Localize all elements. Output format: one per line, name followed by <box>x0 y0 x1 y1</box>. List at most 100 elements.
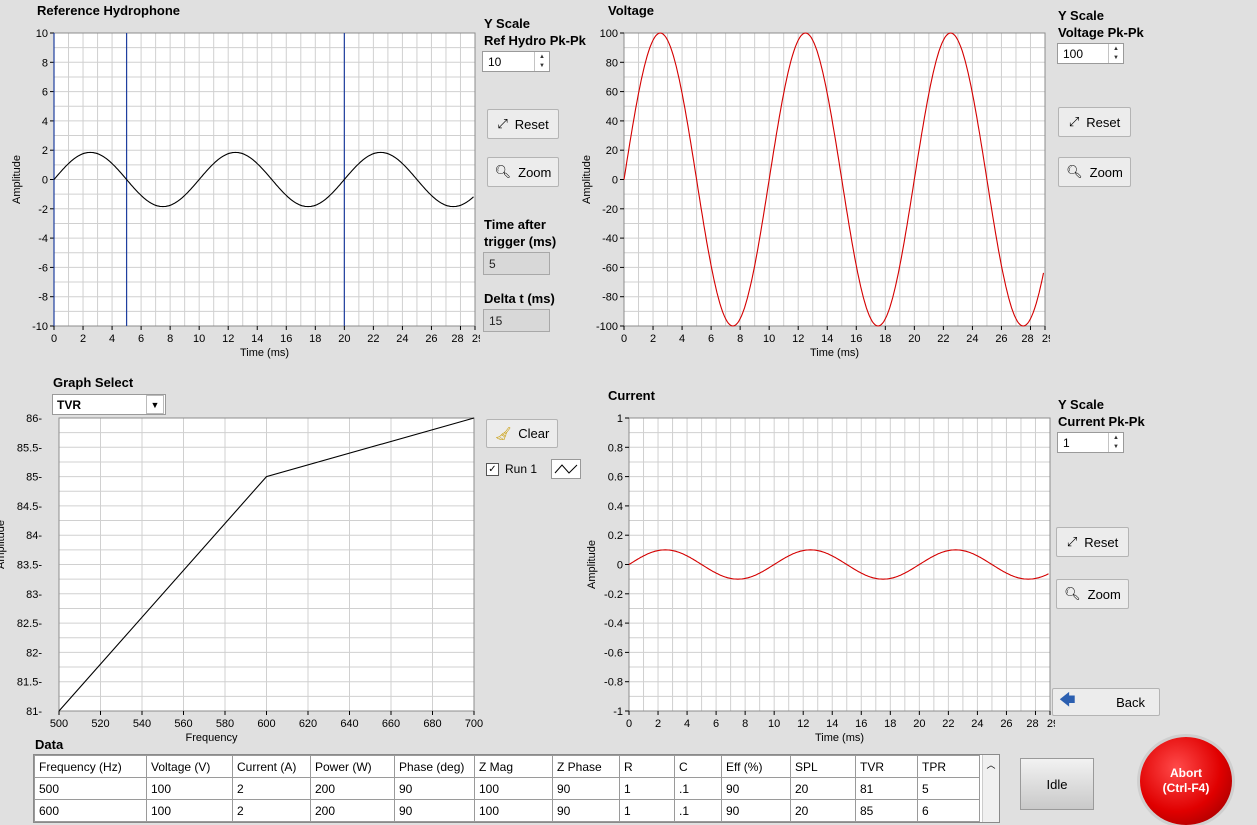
table-cell[interactable]: 500 <box>34 777 147 800</box>
ref-hydrophone-graph[interactable]: 1086420-2-4-6-8-100 2 4 6 8 10 12 14 16 18 20 22 24 2… <box>0 20 480 370</box>
ref-zoom-button[interactable]: 🔍︎ Zoom <box>487 157 559 187</box>
table-cell[interactable]: 5 <box>917 777 980 800</box>
current-graph[interactable]: 10.80.60.40.20-0.2-0.4-0.6-0.8-10 2 4 6 8 10 1… <box>575 405 1055 755</box>
x-tick-label: 640 <box>340 718 358 730</box>
table-cell[interactable]: 85 <box>855 799 918 822</box>
column-header[interactable]: Current (A) <box>232 755 311 778</box>
column-header[interactable]: Eff (%) <box>721 755 791 778</box>
table-cell[interactable]: .1 <box>674 777 722 800</box>
magnifier-icon: 🔍︎ <box>494 164 512 179</box>
spin-up-icon[interactable]: ▲ <box>1109 44 1123 54</box>
current-yscale-label-1: Y Scale <box>1058 397 1105 412</box>
x-tick-label: 8 <box>737 333 743 345</box>
x-tick-label: 18 <box>884 718 896 730</box>
column-header[interactable]: R <box>619 755 675 778</box>
run1-label: Run 1 <box>505 462 538 476</box>
table-row[interactable]: 600 100 2 200 90 100 90 1.1 90 20 85 6 <box>34 799 980 822</box>
x-tick-label: 500 <box>50 718 68 730</box>
ref-reset-button[interactable]: ⤢ Reset <box>487 109 559 139</box>
y-tick-label: -80 <box>602 292 618 304</box>
table-row[interactable]: 500 100 2 200 90 100 90 1.1 90 20 81 5 <box>34 777 980 800</box>
table-scrollbar[interactable]: ︿ <box>982 755 999 822</box>
table-cell[interactable]: 100 <box>474 777 553 800</box>
abort-button[interactable]: Abort (Ctrl-F4) <box>1140 737 1232 825</box>
x-tick-label: 620 <box>299 718 317 730</box>
spin-down-icon[interactable]: ▼ <box>1109 54 1123 64</box>
table-cell[interactable]: 20 <box>790 777 856 800</box>
time-after-label-2: trigger (ms) <box>484 234 557 249</box>
table-cell[interactable]: 6 <box>917 799 980 822</box>
table-cell[interactable]: 200 <box>310 799 395 822</box>
column-header[interactable]: Voltage (V) <box>146 755 233 778</box>
x-tick-label: 22 <box>942 718 954 730</box>
expand-arrows-icon: ⤢ <box>1068 114 1080 129</box>
clear-button[interactable]: 🧹︎ Clear <box>486 419 558 448</box>
y-tick-label: 20 <box>606 145 618 157</box>
table-cell[interactable]: 90 <box>394 799 475 822</box>
ref-yscale-input[interactable]: 10 ▲ ▼ <box>482 51 550 72</box>
voltage-yscale-input[interactable]: 100 ▲ ▼ <box>1057 43 1124 64</box>
x-tick-label: 16 <box>855 718 867 730</box>
current-zoom-button[interactable]: 🔍︎ Zoom <box>1056 579 1129 609</box>
table-header-row: Frequency (Hz) Voltage (V) Current (A) Powe… <box>34 755 980 778</box>
column-header[interactable]: SPL <box>790 755 856 778</box>
column-header[interactable]: Z Phase <box>552 755 620 778</box>
idle-button[interactable]: Idle <box>1020 758 1094 810</box>
spin-up-icon[interactable]: ▲ <box>535 52 549 62</box>
x-tick-label: 0 <box>621 333 627 345</box>
table-cell[interactable]: 81 <box>855 777 918 800</box>
run1-checkbox[interactable]: ✓ <box>486 462 499 476</box>
table-cell[interactable]: 100 <box>146 777 233 800</box>
data-table-container: Frequency (Hz) Voltage (V) Current (A) Powe… <box>33 754 1000 823</box>
x-axis-label: Frequency <box>186 732 238 744</box>
y-axis-label: Amplitude <box>581 155 593 204</box>
table-cell[interactable]: 600 <box>34 799 147 822</box>
voltage-reset-button[interactable]: ⤢ Reset <box>1058 107 1131 137</box>
column-header[interactable]: C <box>674 755 722 778</box>
back-button[interactable]: 🡄 Back <box>1052 688 1160 716</box>
table-cell[interactable]: 20 <box>790 799 856 822</box>
chevron-up-icon[interactable]: ︿ <box>983 755 999 771</box>
voltage-graph[interactable]: 100806040200-20-40-60-80-1000 2 4 6 8 10 12 14 1… <box>570 20 1050 370</box>
table-cell[interactable]: 100 <box>474 799 553 822</box>
table-cell[interactable]: 90 <box>721 799 791 822</box>
column-header[interactable]: Power (W) <box>310 755 395 778</box>
y-tick-label: 85.5- <box>17 442 42 454</box>
x-tick-label: 700 <box>465 718 483 730</box>
table-cell[interactable]: 100 <box>146 799 233 822</box>
x-tick-label: 20 <box>908 333 920 345</box>
x-tick-label: 4 <box>684 718 690 730</box>
table-cell[interactable]: 90 <box>721 777 791 800</box>
column-header[interactable]: TVR <box>855 755 918 778</box>
current-reset-button[interactable]: ⤢ Reset <box>1056 527 1129 557</box>
table-cell[interactable]: 2 <box>232 777 311 800</box>
y-axis-label: Amplitude <box>11 155 23 204</box>
spin-down-icon[interactable]: ▼ <box>535 62 549 72</box>
current-yscale-label-2: Current Pk-Pk <box>1058 414 1145 429</box>
y-tick-label: 0.4 <box>608 501 623 513</box>
current-yscale-input[interactable]: 1 ▲ ▼ <box>1057 432 1124 453</box>
column-header[interactable]: Frequency (Hz) <box>34 755 147 778</box>
x-tick-label: 6 <box>708 333 714 345</box>
table-cell[interactable]: .1 <box>674 799 722 822</box>
x-tick-label: 22 <box>937 333 949 345</box>
table-cell[interactable]: 200 <box>310 777 395 800</box>
table-cell[interactable]: 90 <box>552 777 620 800</box>
x-tick-label: 14 <box>251 333 263 345</box>
y-tick-label: 0.8 <box>608 442 623 454</box>
voltage-zoom-button[interactable]: 🔍︎ Zoom <box>1058 157 1131 187</box>
x-tick-label: 2 <box>655 718 661 730</box>
spin-down-icon[interactable]: ▼ <box>1109 443 1123 453</box>
graph-select-plot[interactable]: 86- 85.5- 85- 84.5- 84- 83.5- 83- 82.5- 82- 81.5-… <box>0 405 485 750</box>
column-header[interactable]: Z Mag <box>474 755 553 778</box>
y-tick-label: 8 <box>42 57 48 69</box>
broom-icon: 🧹︎ <box>494 425 512 441</box>
spin-up-icon[interactable]: ▲ <box>1109 433 1123 443</box>
table-cell[interactable]: 1 <box>619 777 675 800</box>
table-cell[interactable]: 1 <box>619 799 675 822</box>
column-header[interactable]: Phase (deg) <box>394 755 475 778</box>
table-cell[interactable]: 2 <box>232 799 311 822</box>
table-cell[interactable]: 90 <box>552 799 620 822</box>
column-header[interactable]: TPR <box>917 755 980 778</box>
table-cell[interactable]: 90 <box>394 777 475 800</box>
